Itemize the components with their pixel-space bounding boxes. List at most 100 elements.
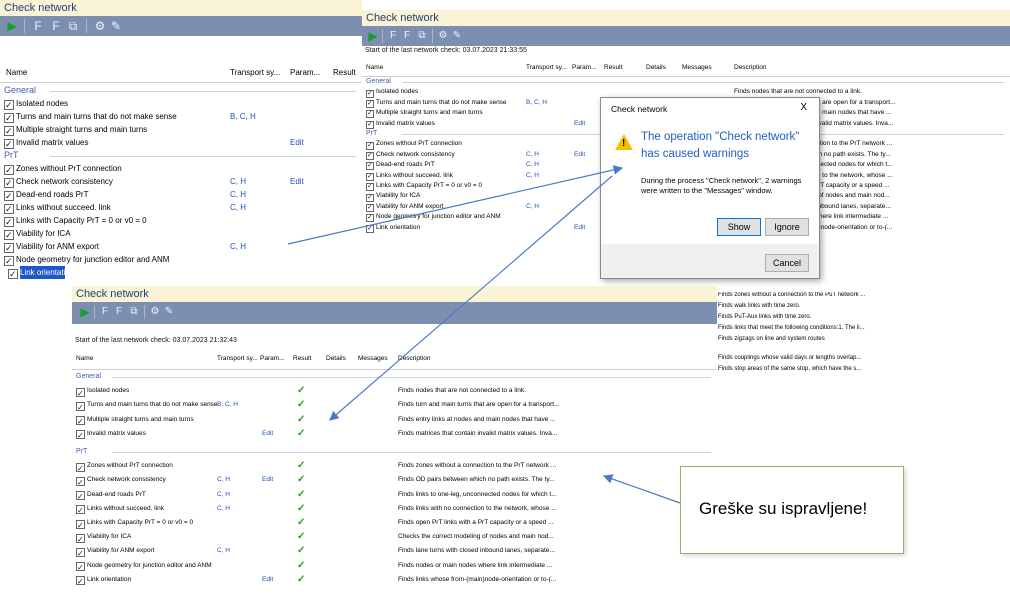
checkbox[interactable]: [76, 387, 85, 401]
param-edit-link[interactable]: Edit: [574, 223, 585, 233]
col-param[interactable]: Param...: [290, 68, 320, 77]
check-row[interactable]: Links without succeed. link C, H: [0, 201, 362, 216]
check-filter-icon[interactable]: F: [32, 18, 44, 34]
wrench-icon[interactable]: ✎: [110, 18, 122, 34]
checkbox[interactable]: [366, 172, 374, 182]
cancel-button[interactable]: Cancel: [765, 254, 809, 272]
check-row[interactable]: Viability for ANM export C, H: [0, 240, 362, 255]
col-name[interactable]: Name: [76, 355, 93, 362]
check-filter-icon[interactable]: F: [388, 28, 398, 44]
check-row[interactable]: Link orientation Edit ✓ Finds links whose f…: [72, 573, 717, 590]
checkbox[interactable]: [366, 151, 374, 161]
check-row[interactable]: Links without succeed. link C, H ✓ Finds li…: [72, 502, 717, 519]
col-param[interactable]: Param...: [260, 355, 285, 362]
check-row[interactable]: Node geometry for junction editor and AN…: [72, 559, 717, 575]
checkbox[interactable]: [366, 141, 374, 151]
play-icon[interactable]: ▶: [80, 304, 90, 320]
checkbox[interactable]: [4, 255, 14, 268]
checkbox[interactable]: [4, 138, 14, 151]
settings-icon[interactable]: ⚙: [94, 18, 106, 34]
col-name[interactable]: Name: [6, 68, 27, 77]
wrench-icon[interactable]: ✎: [452, 28, 462, 44]
checkbox[interactable]: [76, 547, 85, 561]
check-row[interactable]: Check network consistency C, H Edit ✓ Finds …: [72, 473, 717, 490]
check-row[interactable]: Check network consistency C, H Edit: [0, 175, 362, 190]
check-row[interactable]: Viability for ANM export C, H ✓ Finds lane …: [72, 544, 717, 561]
check-row[interactable]: Dead-end roads PrT C, H ✓ Finds links to on…: [72, 488, 717, 504]
check-row[interactable]: Viability for ICA ✓ Checks the correct mod…: [72, 530, 717, 547]
checkbox[interactable]: [4, 164, 14, 177]
checkbox[interactable]: [8, 268, 18, 281]
checkbox[interactable]: [366, 109, 374, 120]
col-details[interactable]: Details: [646, 64, 666, 71]
checkbox[interactable]: [76, 462, 85, 476]
settings-icon[interactable]: ⚙: [150, 304, 160, 320]
check-filter-2-icon[interactable]: F: [50, 18, 62, 34]
checkbox[interactable]: [366, 203, 374, 213]
check-row[interactable]: Multiple straight turns and main turns ✓ F…: [72, 413, 717, 429]
col-name[interactable]: Name: [366, 64, 383, 71]
col-param[interactable]: Param...: [572, 64, 597, 71]
param-edit-link[interactable]: Edit: [262, 473, 273, 487]
checkbox[interactable]: [366, 213, 374, 224]
show-button[interactable]: Show: [717, 218, 761, 236]
param-edit-link[interactable]: Edit: [574, 119, 585, 129]
ignore-button[interactable]: Ignore: [765, 218, 809, 236]
col-transport-systems[interactable]: Transport sy...: [230, 68, 280, 77]
check-row[interactable]: Invalid matrix values Edit ✓ Finds matrices…: [72, 427, 717, 444]
checkbox[interactable]: [4, 125, 14, 138]
check-filter-icon[interactable]: F: [100, 304, 110, 320]
param-edit-link[interactable]: Edit: [262, 427, 273, 441]
checkbox[interactable]: [366, 120, 374, 130]
checkbox[interactable]: [4, 203, 14, 216]
check-row[interactable]: Multiple straight turns and main turns: [0, 123, 362, 138]
check-row[interactable]: Node geometry for junction editor and AN…: [0, 253, 362, 268]
check-row[interactable]: Turns and main turns that do not make se…: [72, 398, 717, 415]
col-messages[interactable]: Messages: [682, 64, 712, 71]
col-description[interactable]: Description: [398, 355, 431, 362]
checkbox[interactable]: [366, 89, 374, 99]
col-messages[interactable]: Messages: [358, 355, 388, 362]
checkbox[interactable]: [4, 242, 14, 255]
col-description[interactable]: Description: [734, 64, 767, 71]
col-result[interactable]: Result: [604, 64, 622, 71]
checkbox[interactable]: [4, 190, 14, 203]
check-row[interactable]: Link orientati: [4, 266, 362, 281]
check-row[interactable]: Zones without PrT connection ✓ Finds zones…: [72, 459, 717, 476]
col-result[interactable]: Result: [333, 68, 356, 77]
checkbox[interactable]: [366, 161, 374, 172]
checkbox[interactable]: [4, 112, 14, 125]
checkbox[interactable]: [366, 99, 374, 109]
checkbox[interactable]: [366, 224, 374, 234]
check-row[interactable]: Zones without PrT connection: [0, 162, 362, 177]
checkbox[interactable]: [76, 476, 85, 490]
checkbox[interactable]: [76, 401, 85, 415]
checkbox[interactable]: [4, 216, 14, 229]
play-icon[interactable]: ▶: [368, 28, 378, 44]
checkbox[interactable]: [76, 519, 85, 533]
checkbox[interactable]: [76, 533, 85, 547]
play-icon[interactable]: ▶: [6, 18, 18, 34]
check-filter-2-icon[interactable]: F: [402, 28, 412, 44]
check-row[interactable]: Viability for ICA: [0, 227, 362, 242]
check-row[interactable]: Isolated nodes: [0, 97, 362, 112]
check-row[interactable]: Links with Capacity PrT = 0 or v0 = 0 ✓ Fi…: [72, 516, 717, 533]
col-transport-systems[interactable]: Transport sy...: [526, 64, 567, 71]
checkbox[interactable]: [76, 561, 85, 575]
checkbox[interactable]: [76, 575, 85, 590]
wrench-icon[interactable]: ✎: [164, 304, 174, 320]
checkbox[interactable]: [76, 415, 85, 429]
checkbox[interactable]: [366, 182, 374, 193]
close-icon[interactable]: X: [800, 102, 807, 113]
checkbox[interactable]: [4, 177, 14, 190]
check-filter-2-icon[interactable]: F: [114, 304, 124, 320]
param-edit-link[interactable]: Edit: [290, 136, 304, 149]
checkbox[interactable]: [366, 193, 374, 203]
check-row[interactable]: Turns and main turns that do not make se…: [0, 110, 362, 125]
check-row[interactable]: Invalid matrix values Edit: [0, 136, 362, 151]
copy-icon[interactable]: ⧉: [128, 304, 140, 320]
param-edit-link[interactable]: Edit: [262, 573, 273, 587]
checkbox[interactable]: [4, 99, 14, 112]
copy-icon[interactable]: ⧉: [66, 18, 80, 34]
checkbox[interactable]: [4, 229, 14, 242]
